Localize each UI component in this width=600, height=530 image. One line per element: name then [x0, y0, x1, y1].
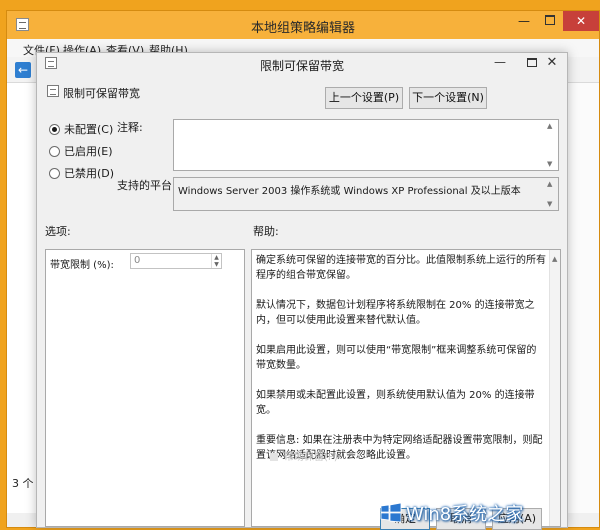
comment-scrollbar[interactable]: ▲ ▼	[547, 122, 557, 168]
help-paragraph: 默认情况下，数据包计划程序将系统限制在 20% 的连接带宽之内，但可以使用此设置…	[256, 300, 535, 326]
platform-scrollbar[interactable]: ▲ ▼	[547, 180, 557, 208]
dialog-titlebar: 限制可保留带宽 — ✕	[37, 53, 567, 75]
dialog-title: 限制可保留带宽	[259, 59, 344, 73]
policy-setting-dialog: 限制可保留带宽 — ✕ 限制可保留带宽 上一个设置(P) 下一个设置(N) 未配…	[36, 52, 568, 528]
supported-platforms-value: Windows Server 2003 操作系统或 Windows XP Pro…	[178, 186, 521, 197]
site-watermark: Win8系统之家	[376, 496, 546, 528]
policy-icon	[47, 85, 59, 97]
watermark-text: Win8系统之家	[406, 504, 524, 525]
scroll-down-icon[interactable]: ▼	[547, 200, 552, 208]
next-setting-button[interactable]: 下一个设置(N)	[409, 87, 487, 109]
radio-label: 已启用(E)	[64, 145, 113, 158]
radio-enabled[interactable]: 已启用(E)	[49, 143, 113, 159]
maximize-button[interactable]	[537, 11, 563, 31]
bandwidth-limit-spinner[interactable]: 0 ▲ ▼	[130, 253, 222, 269]
windows-logo-icon	[380, 502, 402, 523]
scroll-down-icon[interactable]: ▼	[547, 160, 552, 168]
scroll-up-icon[interactable]: ▲	[547, 180, 552, 188]
policy-name: 限制可保留带宽	[63, 87, 140, 100]
spinner-arrows[interactable]: ▲ ▼	[211, 254, 221, 268]
back-arrow-icon[interactable]: ←	[15, 62, 31, 78]
scroll-up-icon[interactable]: ▲	[547, 122, 552, 130]
close-button[interactable]: ✕	[563, 11, 599, 31]
radio-button[interactable]	[49, 167, 60, 179]
dialog-minimize-button[interactable]: —	[489, 55, 511, 69]
list-pane[interactable]	[567, 83, 599, 513]
supported-platforms-label: 支持的平台:	[117, 179, 176, 192]
options-pane: 带宽限制 (%): 0 ▲ ▼	[45, 249, 245, 527]
help-pane: 确定系统可保留的连接带宽的百分比。此值限制系统上运行的所有程序的组合带宽保留。 …	[251, 249, 561, 527]
options-label: 选项:	[45, 225, 71, 238]
radio-button[interactable]	[49, 123, 60, 135]
tree-pane[interactable]: 3 个	[7, 83, 37, 513]
radio-label: 未配置(C)	[64, 123, 114, 136]
radio-label: 已禁用(D)	[64, 167, 115, 180]
help-label: 帮助:	[253, 225, 279, 238]
comment-textarea[interactable]: ▲ ▼	[173, 119, 559, 171]
help-paragraph: 如果禁用或未配置此设置，则系统使用默认值为 20% 的连接带宽。	[256, 390, 535, 416]
previous-setting-button[interactable]: 上一个设置(P)	[325, 87, 403, 109]
status-count: 3 个	[12, 477, 34, 490]
bandwidth-limit-label: 带宽限制 (%):	[50, 260, 114, 271]
radio-not-configured[interactable]: 未配置(C)	[49, 121, 113, 137]
scroll-up-icon[interactable]: ▲	[552, 252, 557, 267]
radio-disabled[interactable]: 已禁用(D)	[49, 165, 114, 181]
editor-titlebar: 本地组策略编辑器 — ✕	[7, 11, 599, 39]
help-paragraph: 如果启用此设置，则可以使用“带宽限制”框来调整系统可保留的带宽数量。	[256, 345, 537, 371]
dialog-maximize-button[interactable]	[527, 58, 537, 67]
help-paragraph: 确定系统可保留的连接带宽的百分比。此值限制系统上运行的所有程序的组合带宽保留。	[256, 255, 546, 281]
radio-button[interactable]	[49, 145, 60, 157]
faded-help-text: 帮助保留(P)	[270, 450, 338, 465]
supported-platforms-box: Windows Server 2003 操作系统或 Windows XP Pro…	[173, 177, 559, 211]
dialog-close-button[interactable]: ✕	[543, 55, 561, 70]
minimize-button[interactable]: —	[511, 11, 537, 31]
help-scrollbar[interactable]: ▲	[549, 250, 560, 526]
comment-label: 注释:	[117, 121, 143, 134]
bandwidth-limit-value: 0	[134, 255, 141, 266]
